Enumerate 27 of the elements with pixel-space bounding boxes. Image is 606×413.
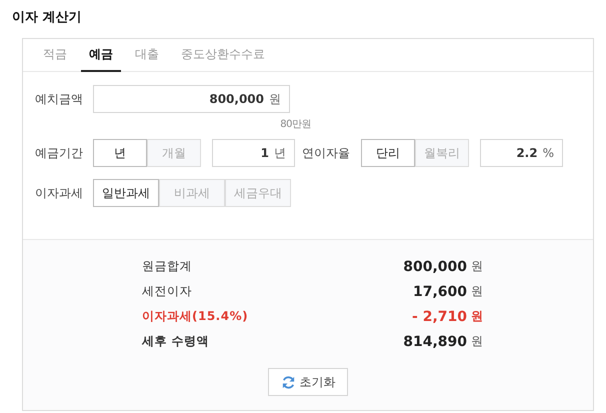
rate-field[interactable]: 2.2 % [480, 139, 563, 167]
period-field[interactable]: 1 년 [212, 139, 295, 167]
result-label: 이자과세(15.4%) [142, 308, 250, 325]
result-unit: 원 [471, 258, 483, 275]
field-label: 이자과세 [35, 184, 84, 202]
result-label: 세후 수령액 [142, 333, 210, 350]
period-option[interactable]: 년 [93, 139, 147, 167]
result-unit: 원 [471, 333, 483, 350]
field-label: 연이자율 [301, 144, 351, 162]
result-unit: 원 [471, 308, 483, 325]
taxation-option[interactable]: 일반과세 [93, 179, 159, 207]
result-value: 800,000 [402, 258, 467, 274]
result-label: 원금합계 [142, 258, 193, 275]
amount-hint: 80만원 [280, 118, 311, 131]
result-value: 814,890 [402, 334, 467, 350]
field-label: 예금기간 [35, 144, 84, 162]
refresh-icon [280, 374, 296, 390]
tab[interactable]: 예금 [81, 39, 121, 72]
reset-button[interactable]: 초기화 [268, 368, 348, 396]
result-value: 17,600 [412, 284, 467, 300]
field-label: 예치금액 [35, 90, 84, 108]
amount-field[interactable]: 800,000 원 [93, 85, 290, 113]
page-title: 이자 계산기 [12, 9, 83, 27]
result-unit: 원 [471, 283, 483, 300]
interest-type-option[interactable]: 단리 [361, 139, 415, 167]
result-label: 세전이자 [142, 283, 193, 300]
result-value: - 2,710 [411, 308, 467, 324]
